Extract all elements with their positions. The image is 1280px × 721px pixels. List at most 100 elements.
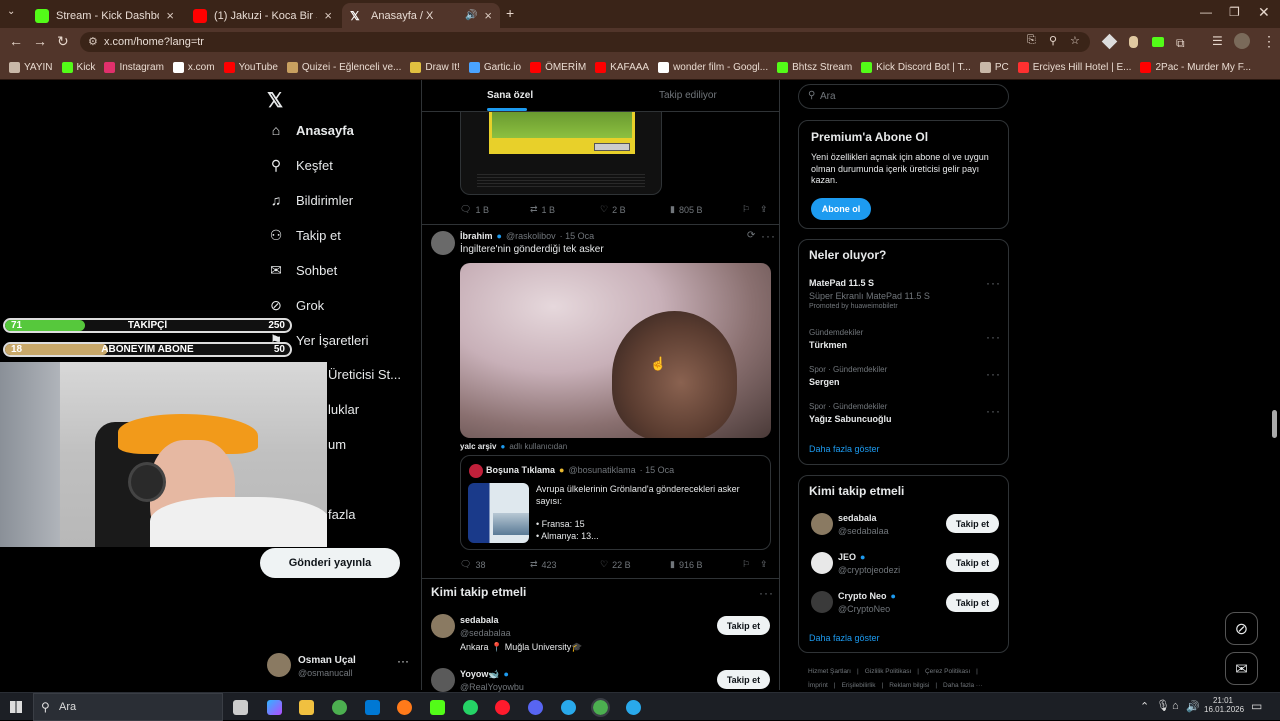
author-name[interactable]: İbrahim: [460, 231, 493, 241]
bookmark-star-icon[interactable]: ☆: [1070, 34, 1080, 47]
bookmark-item[interactable]: YouTube: [223, 62, 278, 73]
bookmark-item[interactable]: ÖMERİM: [530, 62, 586, 73]
chrome-icon[interactable]: [332, 700, 347, 715]
footer-link[interactable]: Erişilebilirlik: [842, 682, 876, 689]
more-dots-icon[interactable]: ···: [761, 229, 776, 243]
install-icon[interactable]: ⎘: [1027, 34, 1036, 47]
bookmark-item[interactable]: Erciyes Hill Hotel | E...: [1017, 62, 1131, 73]
bookmark-item[interactable]: Quizei - Eğlenceli ve...: [286, 62, 401, 73]
post-time[interactable]: · 15 Oca: [560, 231, 595, 241]
more-dots-icon[interactable]: ···: [986, 404, 1001, 418]
nav-item-premium[interactable]: um: [328, 437, 346, 452]
share-button[interactable]: ⇪: [760, 204, 768, 215]
nav-item-home[interactable]: ⌂ Anasayfa: [268, 122, 354, 138]
copilot-icon[interactable]: [267, 700, 282, 715]
tab-for-you[interactable]: Sana özel: [487, 90, 533, 101]
author-handle[interactable]: @raskolibov: [506, 231, 556, 241]
close-tab-icon[interactable]: ×: [166, 8, 174, 23]
repost-button[interactable]: ⇄ 423: [530, 559, 557, 570]
tab-x-home[interactable]: 𝕏 Anasayfa / X 🔊 ×: [342, 3, 500, 28]
avatar[interactable]: [811, 591, 833, 613]
footer-link[interactable]: Daha fazla ···: [943, 682, 982, 689]
bookmark-item[interactable]: Bhtsz Stream: [777, 62, 852, 73]
follow-button[interactable]: Takip et: [717, 616, 770, 635]
nav-item-search[interactable]: ⚲ Keşfet: [268, 157, 333, 173]
close-tab-icon[interactable]: ×: [324, 8, 332, 23]
bookmark-item[interactable]: PC: [979, 62, 1009, 73]
trend-item[interactable]: MatePad 11.5 S Süper Ekranlı MatePad 11.…: [809, 278, 1004, 310]
follow-button[interactable]: Takip et: [717, 670, 770, 689]
bookmark-item[interactable]: KAFAAA: [595, 62, 649, 73]
network-icon[interactable]: ⌂: [1172, 700, 1179, 712]
quoted-post[interactable]: Boşuna Tıklama ● @bosunatiklama · 15 Oca…: [460, 455, 771, 550]
close-window-icon[interactable]: ✕: [1258, 4, 1270, 21]
footer-link[interactable]: Hizmet Şartları: [808, 668, 851, 675]
follow-button[interactable]: Takip et: [946, 553, 999, 572]
like-button[interactable]: ♡ 22 B: [600, 559, 631, 570]
bookmark-item[interactable]: 2Pac - Murder My F...: [1140, 62, 1251, 73]
bookmark-button[interactable]: ⚐: [742, 204, 750, 215]
restore-icon[interactable]: ❐: [1229, 5, 1240, 19]
trend-item[interactable]: Spor · Gündemdekiler Sergen: [809, 365, 887, 387]
telegram-icon[interactable]: [626, 700, 641, 715]
bookmark-item[interactable]: Draw It!: [410, 62, 460, 73]
site-info-icon[interactable]: ⚙: [88, 35, 98, 48]
reload-icon[interactable]: ↻: [57, 33, 69, 50]
nav-item-mail[interactable]: ✉ Sohbet: [268, 262, 337, 278]
show-more-link[interactable]: Daha fazla göster: [809, 633, 880, 643]
close-tab-icon[interactable]: ×: [484, 8, 492, 23]
extension-icon[interactable]: [1152, 37, 1164, 47]
post-video[interactable]: ☝: [460, 263, 771, 438]
grok-icon[interactable]: ⊘: [1225, 612, 1258, 645]
nav-item-creator[interactable]: Üreticisi St...: [328, 367, 401, 382]
bookmark-item[interactable]: x.com: [172, 62, 215, 73]
whatsapp-icon[interactable]: [463, 700, 478, 715]
footer-link[interactable]: Reklam bilgisi: [889, 682, 929, 689]
new-tab-icon[interactable]: +: [506, 5, 514, 21]
chrome-active-icon[interactable]: [591, 698, 610, 717]
forward-icon[interactable]: →: [33, 33, 47, 49]
chevron-up-icon[interactable]: ⌃: [1140, 700, 1149, 713]
scrollbar-thumb[interactable]: [1272, 410, 1277, 438]
task-view-icon[interactable]: [233, 700, 248, 715]
post-button[interactable]: Gönderi yayınla: [260, 548, 400, 578]
tab-following[interactable]: Takip ediliyor: [659, 90, 717, 101]
outlook-icon[interactable]: [365, 700, 380, 715]
discord-icon[interactable]: [528, 700, 543, 715]
avatar[interactable]: [431, 231, 455, 255]
avatar[interactable]: [431, 614, 455, 638]
extensions-puzzle-icon[interactable]: ⧉: [1176, 36, 1185, 51]
taskbar-search[interactable]: ⚲ Ara: [33, 693, 223, 721]
follow-button[interactable]: Takip et: [946, 514, 999, 533]
file-explorer-icon[interactable]: [299, 700, 314, 715]
subscribe-button[interactable]: Abone ol: [811, 198, 871, 220]
notification-icon[interactable]: ▭: [1251, 699, 1262, 713]
suggestion-name[interactable]: JEO: [838, 552, 856, 562]
like-button[interactable]: ♡ 2 B: [600, 204, 626, 215]
more-dots-icon[interactable]: ···: [397, 654, 409, 668]
grok-icon[interactable]: ⟳: [747, 230, 755, 241]
views-button[interactable]: ▮ 916 B: [670, 559, 702, 570]
suggestion-name[interactable]: Yoyow🐋: [460, 669, 500, 680]
reply-button[interactable]: 🗨 38: [460, 559, 485, 570]
back-icon[interactable]: ←: [9, 33, 23, 49]
attribution-name[interactable]: yalc arşiv: [460, 442, 496, 451]
account-switcher[interactable]: Osman Uçal @osmanucall ···: [260, 650, 412, 686]
nav-item-community[interactable]: luklar: [328, 402, 359, 417]
clock[interactable]: 21:01 16.01.2026: [1204, 696, 1244, 714]
post-media[interactable]: [460, 112, 662, 195]
more-dots-icon[interactable]: ···: [986, 276, 1001, 290]
opera-icon[interactable]: [495, 700, 510, 715]
x-logo-icon[interactable]: 𝕏: [267, 88, 283, 113]
speaker-icon[interactable]: 🔊: [465, 10, 477, 21]
bookmark-item[interactable]: Instagram: [104, 62, 164, 73]
nav-item-grok[interactable]: ⊘ Grok: [268, 297, 324, 313]
footer-link[interactable]: Gizlilik Politikası: [865, 668, 912, 675]
bookmark-item[interactable]: Kick: [61, 62, 95, 73]
suggestion-name[interactable]: sedabala: [460, 615, 499, 625]
footer-link[interactable]: İmprint: [808, 682, 828, 689]
tab-search-icon[interactable]: ⌄: [7, 6, 15, 17]
follow-button[interactable]: Takip et: [946, 593, 999, 612]
windows-start-icon[interactable]: [10, 701, 22, 713]
trend-item[interactable]: Gündemdekiler Türkmen: [809, 328, 863, 350]
